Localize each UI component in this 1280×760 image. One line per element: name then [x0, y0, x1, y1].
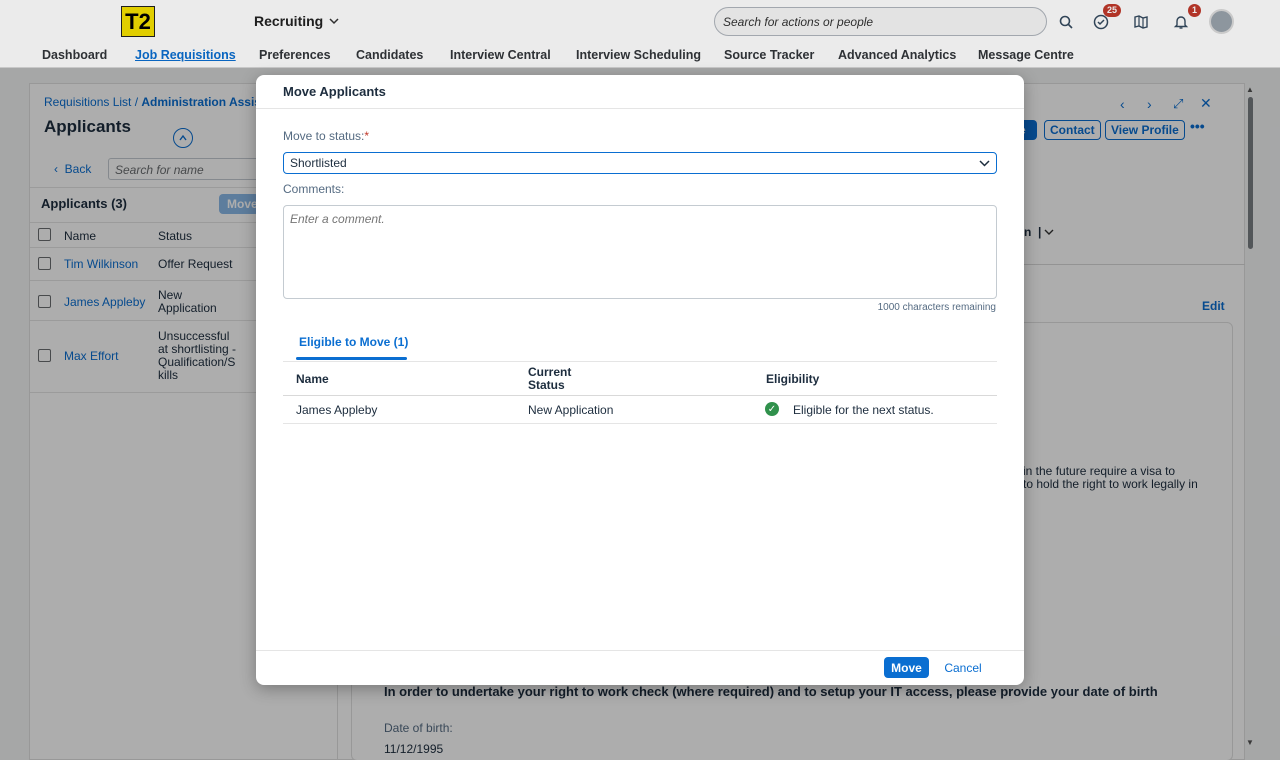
move-button[interactable]: Move — [884, 657, 929, 678]
col-header-current-status: Current Status — [528, 366, 571, 392]
tab-eligible-to-move[interactable]: Eligible to Move (1) — [299, 335, 408, 349]
chars-remaining: 1000 characters remaining — [877, 302, 996, 313]
col-header-name: Name — [296, 372, 329, 386]
comment-textarea[interactable] — [283, 205, 997, 299]
row-name: James Appleby — [296, 403, 378, 417]
table-header-divider — [283, 395, 997, 396]
col-header-eligibility: Eligibility — [766, 372, 820, 386]
modal-overlay-top — [0, 0, 1280, 68]
row-current-status: New Application — [528, 403, 614, 417]
status-select[interactable]: Shortlisted — [283, 152, 997, 174]
status-select-value: Shortlisted — [290, 156, 347, 170]
dialog-header-divider — [256, 108, 1024, 109]
tab-active-indicator — [296, 357, 407, 360]
move-applicants-dialog: Move Applicants Move to status:* Shortli… — [256, 75, 1024, 685]
dialog-footer-divider — [256, 650, 1024, 651]
check-circle-icon: ✓ — [765, 402, 779, 416]
tab-bar-divider — [283, 361, 997, 362]
table-row-divider — [283, 423, 997, 424]
header-line: Status — [528, 378, 565, 392]
status-label: Move to status:* — [283, 129, 369, 143]
status-label-text: Move to status: — [283, 129, 365, 143]
cancel-button[interactable]: Cancel — [939, 657, 987, 678]
comments-label: Comments: — [283, 182, 345, 196]
row-eligibility: Eligible for the next status. — [793, 403, 934, 417]
chevron-down-icon — [979, 160, 990, 167]
required-mark: * — [364, 129, 370, 143]
dialog-title: Move Applicants — [283, 84, 386, 99]
